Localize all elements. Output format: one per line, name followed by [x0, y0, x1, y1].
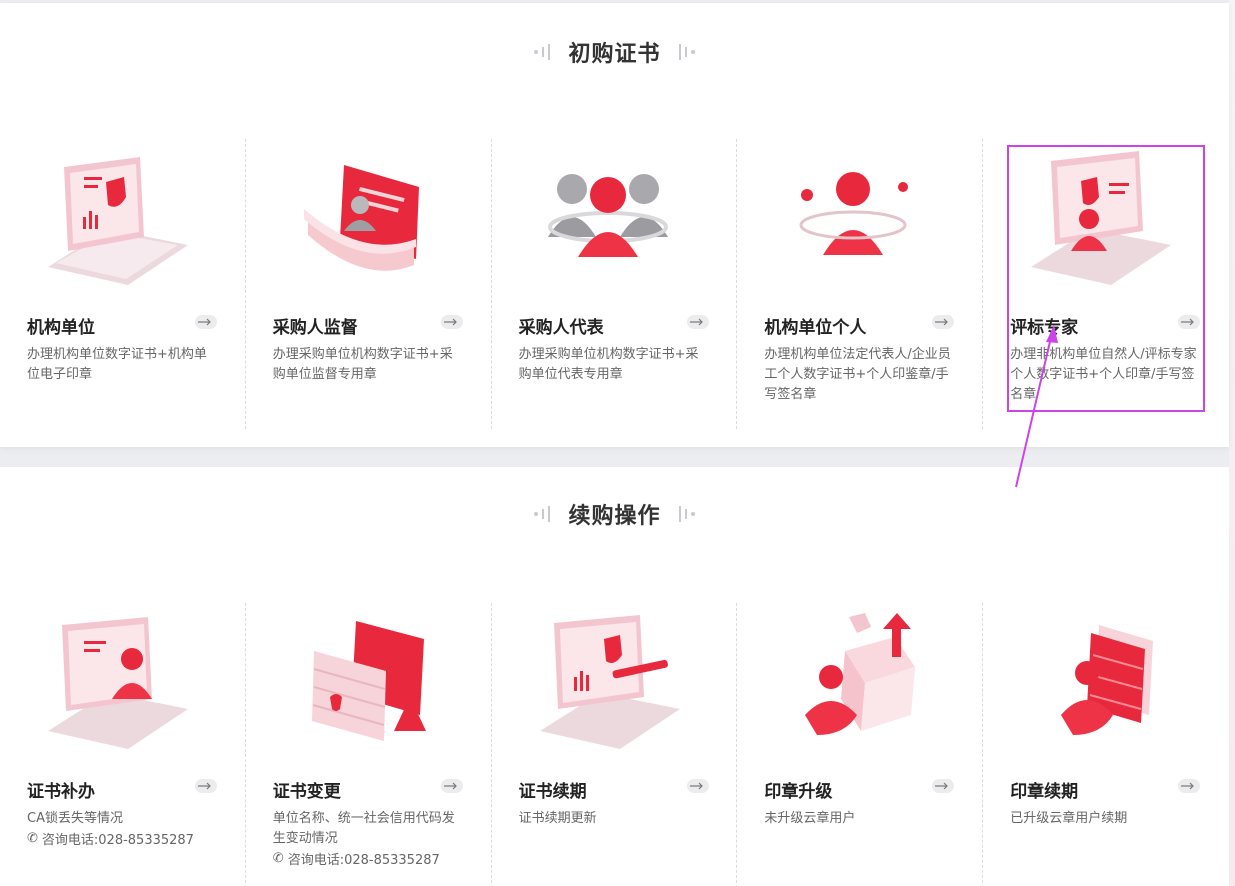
- section-title: 续购操作: [568, 504, 661, 529]
- card-title: 机构单位: [27, 318, 95, 338]
- card-title: 证书补办: [27, 782, 95, 802]
- card-description: 办理采购单位机构数字证书+采购单位代表专用章: [518, 347, 699, 382]
- expert-laptop-illustration: [1031, 151, 1172, 285]
- card-title: 采购人监督: [272, 318, 358, 338]
- supervisor-document-illustration: [303, 165, 419, 271]
- title-decoration-left: [534, 44, 551, 60]
- laptop-user-illustration: [48, 617, 188, 749]
- phone-icon: ✆: [272, 851, 284, 866]
- section-initial-purchase: 初购证书 机构单位 办理机构单位数字证书+机构单位电子印章 采购人监督 办理采购…: [0, 3, 1229, 447]
- right-edge-strip: [1229, 0, 1235, 886]
- arrow-right-icon[interactable]: [440, 315, 463, 329]
- arrow-right-icon[interactable]: [932, 315, 955, 329]
- group-people-illustration: [547, 174, 668, 257]
- firewall-warning-illustration: [311, 621, 426, 741]
- contact-phone: ✆ 咨询电话:028-85335287: [273, 849, 440, 868]
- contact-phone: ✆ 咨询电话:028-85335287: [27, 829, 194, 848]
- arrow-right-icon[interactable]: [195, 779, 217, 793]
- arrow-right-icon[interactable]: [195, 315, 217, 329]
- section-renewal-operations: 续购操作 证书补办 CA锁丢失等情况 ✆ 咨询电话:028-85335287 证…: [0, 467, 1229, 886]
- card-purchaser-supervisor[interactable]: 采购人监督 办理采购单位机构数字证书+采购单位监督专用章: [246, 139, 492, 429]
- card-title: 机构单位个人: [764, 318, 867, 338]
- phone-icon: ✆: [27, 831, 38, 846]
- card-title: 评标专家: [1010, 318, 1079, 338]
- laptop-shield-illustration: [48, 157, 188, 285]
- card-certificate-reissue[interactable]: 证书补办 CA锁丢失等情况 ✆ 咨询电话:028-85335287: [0, 603, 246, 886]
- card-description: 已升级云章用户续期: [1010, 811, 1128, 826]
- phone-text: 咨询电话:028-85335287: [41, 833, 194, 848]
- arrow-right-icon[interactable]: [686, 315, 709, 329]
- arrow-right-icon[interactable]: [1178, 315, 1201, 329]
- card-description: 未升级云章用户: [764, 811, 856, 826]
- card-title: 印章续期: [1010, 782, 1079, 802]
- card-org-individual[interactable]: 机构单位个人 办理机构单位法定代表人/企业员工个人数字证书+个人印鉴章/手写签名…: [737, 139, 984, 429]
- card-description: 证书续期更新: [518, 811, 597, 826]
- card-certificate-renewal[interactable]: 证书续期 证书续期更新: [492, 603, 738, 886]
- card-title: 印章升级: [764, 782, 833, 802]
- arrow-right-icon[interactable]: [686, 779, 709, 793]
- title-decoration-right: [678, 44, 695, 60]
- section-title-wrapper: 初购证书: [0, 36, 1229, 68]
- card-description: CA锁丢失等情况: [27, 811, 123, 826]
- phone-text: 咨询电话:028-85335287: [287, 853, 440, 868]
- title-decoration-right: [678, 506, 695, 522]
- section-title-wrapper: 续购操作: [0, 498, 1229, 530]
- card-description: 办理非机构单位自然人/评标专家个人数字证书+个人印章/手写签名章: [1010, 347, 1197, 402]
- card-description: 办理采购单位机构数字证书+采购单位监督专用章: [272, 347, 453, 382]
- section-title: 初购证书: [568, 42, 661, 67]
- card-certificate-change[interactable]: 证书变更 单位名称、统一社会信用代码发生变动情况 ✆ 咨询电话:028-8533…: [246, 603, 492, 886]
- card-purchaser-representative[interactable]: 采购人代表 办理采购单位机构数字证书+采购单位代表专用章: [492, 139, 738, 429]
- card-description: 办理机构单位数字证书+机构单位电子印章: [27, 347, 207, 382]
- seal-renew-illustration: [1061, 625, 1154, 735]
- card-title: 采购人代表: [518, 318, 604, 338]
- seal-upgrade-illustration: [805, 613, 916, 735]
- card-description: 单位名称、统一社会信用代码发生变动情况: [272, 811, 455, 846]
- arrow-right-icon[interactable]: [440, 779, 463, 793]
- arrow-right-icon[interactable]: [932, 779, 955, 793]
- card-bid-expert[interactable]: 评标专家 办理非机构单位自然人/评标专家个人数字证书+个人印章/手写签名章: [983, 139, 1229, 429]
- card-description: 办理机构单位法定代表人/企业员工个人数字证书+个人印鉴章/手写签名章: [764, 347, 951, 402]
- card-org-unit[interactable]: 机构单位 办理机构单位数字证书+机构单位电子印章: [0, 139, 246, 429]
- title-decoration-left: [534, 506, 551, 522]
- laptop-renew-illustration: [539, 615, 680, 749]
- card-seal-upgrade[interactable]: 印章升级 未升级云章用户: [737, 603, 984, 886]
- card-title: 证书变更: [272, 782, 341, 802]
- arrow-right-icon[interactable]: [1178, 779, 1201, 793]
- card-seal-renewal[interactable]: 印章续期 已升级云章用户续期: [983, 603, 1229, 886]
- person-orbit-illustration: [799, 172, 909, 255]
- card-title: 证书续期: [518, 782, 587, 802]
- card-list: 机构单位 办理机构单位数字证书+机构单位电子印章 采购人监督 办理采购单位机构数…: [0, 139, 1229, 429]
- card-list: 证书补办 CA锁丢失等情况 ✆ 咨询电话:028-85335287 证书变更 单…: [0, 603, 1229, 886]
